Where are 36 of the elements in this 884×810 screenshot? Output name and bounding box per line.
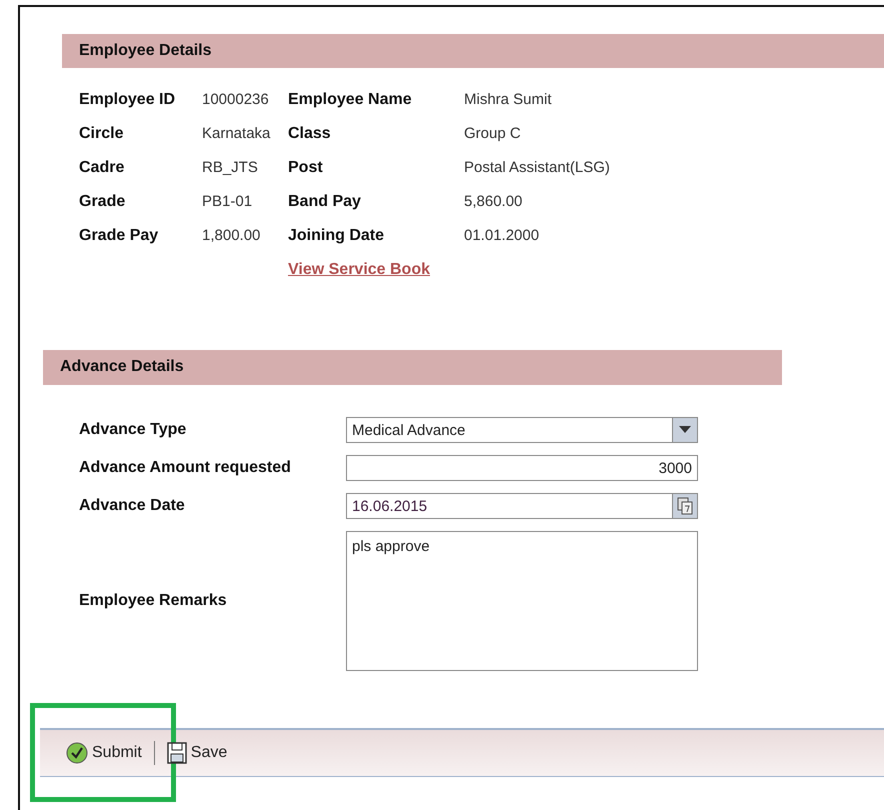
field-value: Mishra Sumit [464,90,553,110]
field-value: 10000236 [202,90,270,110]
toolbar-button[interactable]: Save [166,742,228,764]
section-header: Employee Details [62,34,884,68]
field-label: Circle [79,124,124,144]
field-value: RB_JTS [202,158,259,178]
field-label: Advance Amount requested [79,459,292,477]
field-label: Employee ID [79,90,176,110]
field-value: Karnataka [202,124,272,144]
field-label: Grade [79,192,126,212]
field-label: Post [288,158,324,178]
dropdown-field[interactable]: Medical Advance [346,417,698,443]
check-icon [66,742,88,764]
field-label: Grade Pay [79,226,160,246]
section-header: Advance Details [43,350,782,385]
field-label: Employee Name [288,90,413,110]
service-book-link[interactable]: View Service Book [288,260,464,280]
field-label: Class [288,124,332,144]
field-value: 1,800.00 [202,226,262,246]
field-label: Band Pay [288,192,362,212]
field-value: Postal Assistant(LSG) [464,158,611,178]
field-value: 5,860.00 [464,192,524,212]
field-value: 01.01.2000 [464,226,540,246]
calendar-icon[interactable] [672,494,697,518]
field-label: Advance Date [79,497,186,515]
field-label: Joining Date [288,226,386,246]
field-label: Advance Type [79,421,188,439]
field-value: PB1-01 [202,192,254,212]
field-label: Cadre [79,158,126,178]
date-field[interactable]: 16.06.2015 [346,493,698,519]
field-value: Group C [464,124,522,144]
toolbar-button[interactable]: Submit [66,742,142,764]
amount-field[interactable]: 3000 [346,455,698,481]
remarks-field[interactable]: pls approve [346,531,698,671]
caret-icon[interactable] [672,418,697,442]
field-label: Employee Remarks [79,592,228,610]
